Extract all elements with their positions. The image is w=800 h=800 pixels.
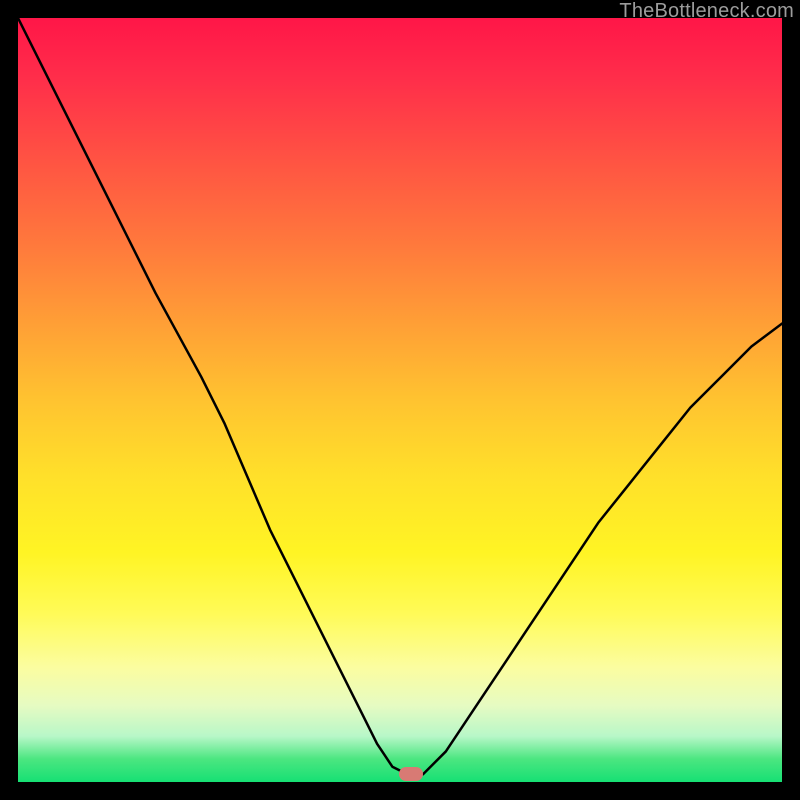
bottleneck-curve	[18, 18, 782, 782]
curve-path	[18, 18, 782, 774]
chart-frame: TheBottleneck.com	[0, 0, 800, 800]
plot-area	[18, 18, 782, 782]
bottleneck-marker	[399, 767, 423, 781]
